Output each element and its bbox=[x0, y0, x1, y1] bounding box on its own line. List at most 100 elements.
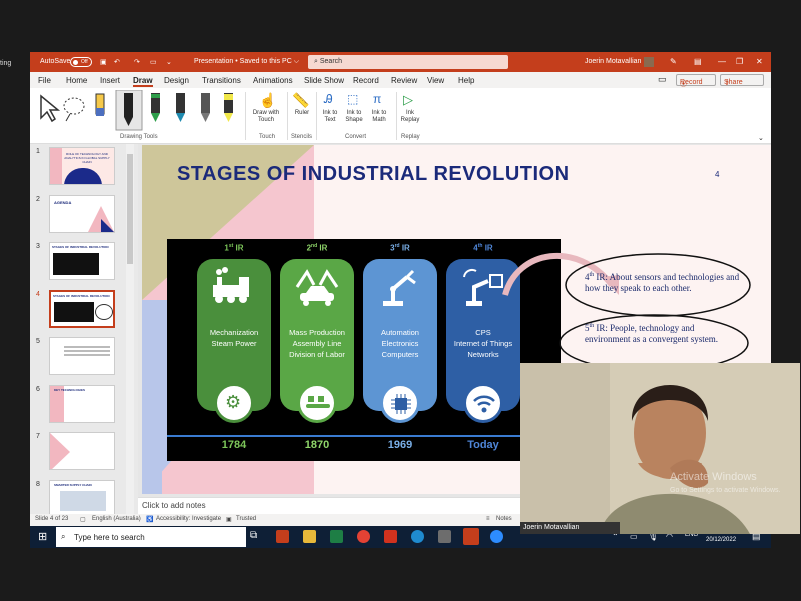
slide-thumbnail-7[interactable] bbox=[49, 432, 115, 470]
stage-line: Steam Power bbox=[211, 339, 257, 348]
slide-thumbnail-6[interactable]: KEY TECHNOLOGIES bbox=[49, 385, 115, 423]
collapse-ribbon-icon[interactable]: ⌄ bbox=[758, 134, 764, 142]
draw-with-touch-label[interactable]: Draw with Touch bbox=[248, 110, 284, 124]
stage-line: Mass Production bbox=[289, 328, 345, 337]
powerpoint-icon[interactable] bbox=[463, 528, 479, 545]
edge-icon[interactable] bbox=[411, 530, 424, 543]
drawing-tools-icons bbox=[40, 90, 233, 131]
thumbnails-scrollbar[interactable] bbox=[126, 144, 134, 514]
maximize-button[interactable]: ❐ bbox=[736, 57, 743, 66]
ink-circles bbox=[559, 253, 751, 372]
search-box[interactable]: ⌕ Search bbox=[308, 55, 508, 69]
cpu-chip-icon bbox=[380, 383, 420, 423]
ink-to-shape-icon[interactable]: ⬚ bbox=[347, 92, 358, 106]
thumb-number: 6 bbox=[36, 386, 40, 393]
pen-black-icon[interactable] bbox=[115, 90, 143, 131]
group-stencils: Stencils bbox=[291, 134, 313, 140]
eraser-icon[interactable] bbox=[95, 93, 105, 116]
notes-icon[interactable]: ≡ bbox=[486, 516, 490, 522]
redo-icon[interactable]: ↷ bbox=[134, 58, 140, 66]
slide-thumbnail-8[interactable]: SMARTER SUPPLY CHAIN bbox=[49, 480, 115, 518]
highlighter-icon[interactable] bbox=[224, 93, 233, 122]
pen-green-icon[interactable] bbox=[151, 93, 160, 122]
share-button[interactable]: ⇪ Share bbox=[720, 74, 764, 87]
ruler-icon[interactable]: 📏 bbox=[292, 92, 309, 109]
ruler-label[interactable]: Ruler bbox=[291, 110, 313, 117]
ink-to-text-icon[interactable]: Ꭿ bbox=[324, 92, 333, 107]
slide-thumbnail-1[interactable]: ROLE OF TECHNOLOGY AND ANALYTICS IN GLOB… bbox=[49, 147, 115, 185]
excel-icon[interactable] bbox=[330, 530, 343, 543]
file-explorer-icon[interactable] bbox=[303, 530, 316, 543]
gears-icon: ⚙ bbox=[214, 383, 254, 423]
mail-icon[interactable] bbox=[438, 530, 451, 543]
tab-design[interactable]: Design bbox=[164, 76, 189, 85]
tab-view[interactable]: View bbox=[427, 76, 444, 85]
tab-transitions[interactable]: Transitions bbox=[202, 76, 241, 85]
acrobat-icon[interactable] bbox=[384, 530, 397, 543]
tab-slide-show[interactable]: Slide Show bbox=[304, 76, 344, 85]
conveyor-icon bbox=[297, 383, 337, 423]
minimize-button[interactable]: — bbox=[718, 57, 726, 66]
ink-to-math-icon[interactable]: π bbox=[373, 92, 381, 106]
accessibility-icon[interactable]: ♿ bbox=[146, 516, 153, 523]
comments-icon[interactable]: ▭ bbox=[658, 74, 667, 85]
pen-teal-icon[interactable] bbox=[176, 93, 185, 122]
slide-thumbnail-3[interactable]: STAGES OF INDUSTRIAL REVOLUTION bbox=[49, 242, 115, 280]
note-4th-ir: 4th IR: About sensors and technologies a… bbox=[585, 270, 755, 294]
present-icon[interactable]: ▭ bbox=[150, 58, 157, 66]
undo-icon[interactable]: ↶ bbox=[114, 58, 120, 66]
zoom-icon[interactable] bbox=[490, 530, 503, 543]
ink-replay-icon[interactable]: ▷ bbox=[403, 92, 413, 108]
note-4th-ir-text: IR: About sensors and technologies and h… bbox=[585, 272, 740, 293]
stage-ir-label: IR bbox=[233, 243, 244, 253]
document-title[interactable]: Presentation • Saved to this PC ⌵ bbox=[194, 58, 299, 66]
notes-toggle[interactable]: Notes bbox=[496, 516, 512, 522]
thumb-title: STAGES OF INDUSTRIAL REVOLUTION bbox=[53, 294, 110, 298]
select-arrow-icon[interactable] bbox=[40, 94, 61, 123]
windows-start-icon[interactable]: ⊞ bbox=[38, 530, 47, 543]
tab-help[interactable]: Help bbox=[458, 76, 474, 85]
ribbon-display-icon[interactable]: ▤ bbox=[694, 57, 702, 66]
stage-3rd-ir: 3rd IR Automation Electronics Computers … bbox=[360, 239, 440, 451]
draw-with-touch-icon[interactable]: ☝ bbox=[259, 92, 276, 109]
pen-icon[interactable]: ✎ bbox=[670, 57, 677, 66]
clock-date[interactable]: 20/12/2022 bbox=[706, 537, 736, 543]
language-status[interactable]: English (Australia) bbox=[92, 516, 141, 522]
robot-arm-icon bbox=[383, 269, 416, 306]
search-placeholder: Search bbox=[319, 58, 343, 65]
tab-animations[interactable]: Animations bbox=[253, 76, 293, 85]
avatar[interactable] bbox=[644, 57, 654, 67]
ink-to-text-label[interactable]: Ink to Text bbox=[320, 110, 340, 124]
slide-thumbnail-2[interactable]: AGENDA bbox=[49, 195, 115, 233]
office-icon[interactable] bbox=[276, 530, 289, 543]
close-button[interactable]: ✕ bbox=[756, 57, 763, 66]
tab-home[interactable]: Home bbox=[66, 76, 87, 85]
thumb-number: 3 bbox=[36, 243, 40, 250]
tab-record[interactable]: Record bbox=[353, 76, 379, 85]
tab-insert[interactable]: Insert bbox=[100, 76, 120, 85]
ink-to-math-label[interactable]: Ink to Math bbox=[367, 110, 391, 124]
accessibility-status[interactable]: Accessibility: Investigate bbox=[156, 516, 221, 522]
taskbar-search-box[interactable]: ⌕ Type here to search bbox=[56, 527, 246, 547]
autosave-toggle[interactable]: Off bbox=[70, 57, 92, 67]
tab-file[interactable]: File bbox=[38, 76, 51, 85]
task-view-icon[interactable]: ⧉ bbox=[250, 530, 263, 543]
pencil-icon[interactable] bbox=[201, 93, 210, 122]
tab-review[interactable]: Review bbox=[391, 76, 417, 85]
chrome-icon[interactable] bbox=[357, 530, 370, 543]
stage-line: Computers bbox=[381, 350, 419, 359]
lasso-select-icon[interactable] bbox=[63, 97, 85, 122]
customize-qat-icon[interactable]: ⌄ bbox=[166, 58, 172, 66]
scrollbar-thumb[interactable] bbox=[127, 154, 133, 264]
record-button[interactable]: ⦿ Record bbox=[676, 74, 716, 88]
slide-thumbnail-4[interactable]: STAGES OF INDUSTRIAL REVOLUTION bbox=[49, 290, 115, 328]
user-name[interactable]: Joerin Motavallian bbox=[585, 58, 641, 65]
steam-train-icon bbox=[213, 267, 249, 303]
save-icon[interactable]: ▣ bbox=[100, 58, 107, 66]
proofing-icon[interactable]: ▢ bbox=[80, 516, 86, 523]
slide-thumbnail-5[interactable] bbox=[49, 337, 115, 375]
thumb-decor bbox=[50, 148, 62, 184]
ink-replay-label[interactable]: Ink Replay bbox=[398, 110, 422, 124]
tab-draw[interactable]: Draw bbox=[133, 76, 153, 87]
ink-to-shape-label[interactable]: Ink to Shape bbox=[342, 110, 366, 124]
